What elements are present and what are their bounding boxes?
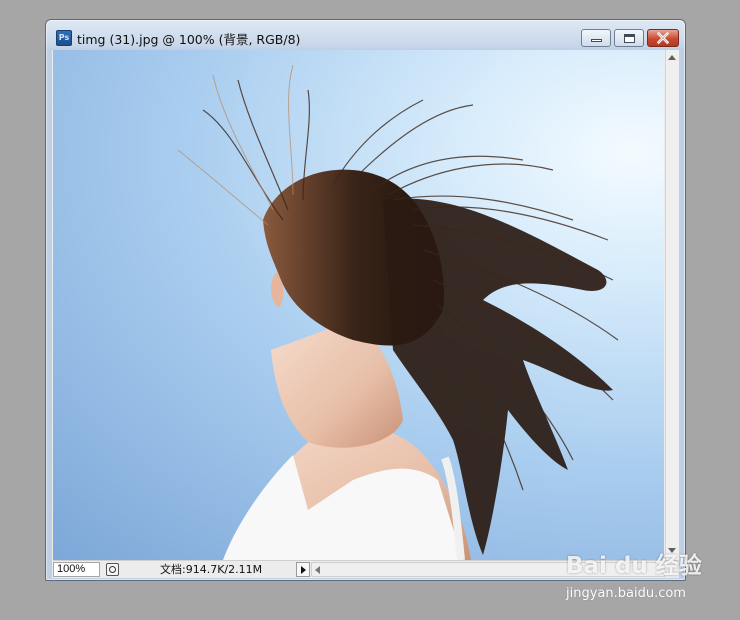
status-info-button[interactable] xyxy=(106,563,119,576)
vertical-scrollbar[interactable] xyxy=(665,50,679,560)
baidu-jingyan-logo: Bai du 经验 xyxy=(566,553,702,579)
close-icon xyxy=(657,32,669,44)
triangle-right-icon xyxy=(301,566,306,574)
minimize-icon xyxy=(591,39,602,42)
photoshop-document-icon: Ps xyxy=(56,30,72,46)
woman-with-flowing-hair-photo xyxy=(177,64,619,560)
zoom-level-field[interactable]: 100% xyxy=(53,562,100,577)
close-button[interactable] xyxy=(647,29,679,47)
document-client-area: 100% 文档:914.7K/2.11M xyxy=(52,50,679,578)
image-canvas[interactable] xyxy=(53,50,664,560)
status-menu-button[interactable] xyxy=(296,562,310,577)
window-title: timg (31).jpg @ 100% (背景, RGB/8) xyxy=(77,32,301,47)
scroll-up-icon[interactable] xyxy=(668,55,676,60)
title-bar[interactable]: Ps timg (31).jpg @ 100% (背景, RGB/8) xyxy=(46,20,685,50)
minimize-button[interactable] xyxy=(581,29,611,47)
info-circle-icon xyxy=(109,566,116,573)
watermark-url: jingyan.baidu.com xyxy=(566,586,686,601)
maximize-icon xyxy=(624,34,635,43)
maximize-button[interactable] xyxy=(614,29,644,47)
document-window: Ps timg (31).jpg @ 100% (背景, RGB/8) 100%… xyxy=(45,19,686,581)
scroll-left-icon[interactable] xyxy=(315,566,320,574)
document-size-info: 文档:914.7K/2.11M xyxy=(160,563,263,576)
